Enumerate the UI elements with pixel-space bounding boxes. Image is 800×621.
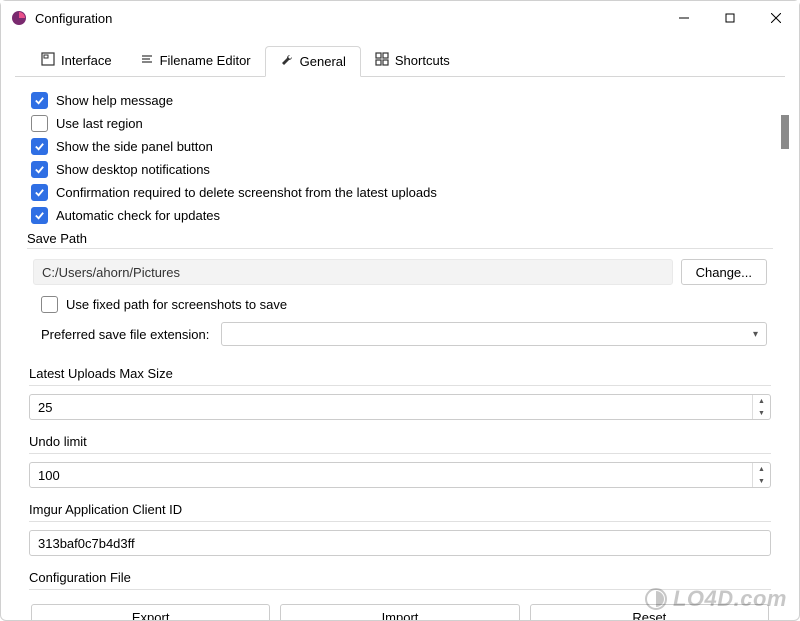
import-label: Import [382, 610, 419, 621]
spin-arrows[interactable]: ▲ ▼ [752, 463, 770, 487]
checkbox-1[interactable] [31, 115, 48, 132]
divider [29, 589, 771, 590]
checkbox-2[interactable] [31, 138, 48, 155]
filename-icon [140, 52, 154, 69]
imgur-client-id-value: 313baf0c7b4d3ff [38, 536, 135, 551]
spin-up-icon[interactable]: ▲ [753, 395, 770, 407]
spin-up-icon[interactable]: ▲ [753, 463, 770, 475]
latest-uploads-spin[interactable]: 25 ▲ ▼ [29, 394, 771, 420]
save-path-input[interactable]: C:/Users/ahorn/Pictures [33, 259, 673, 285]
save-path-value: C:/Users/ahorn/Pictures [42, 265, 180, 280]
spin-down-icon[interactable]: ▼ [753, 407, 770, 419]
tab-general[interactable]: General [265, 46, 361, 77]
tab-interface[interactable]: Interface [27, 45, 126, 76]
latest-uploads-label: Latest Uploads Max Size [29, 366, 771, 381]
window-title: Configuration [35, 11, 112, 26]
checkbox-label: Confirmation required to delete screensh… [56, 185, 437, 200]
save-path-header: Save Path [27, 231, 773, 246]
minimize-button[interactable] [661, 1, 707, 35]
checkbox-row: Use last region [27, 112, 773, 135]
checkbox-label: Automatic check for updates [56, 208, 220, 223]
interface-icon [41, 52, 55, 69]
undo-limit-label: Undo limit [29, 434, 771, 449]
tab-filename-editor[interactable]: Filename Editor [126, 45, 265, 76]
change-path-button[interactable]: Change... [681, 259, 767, 285]
scrollbar[interactable] [781, 97, 789, 277]
imgur-client-id-input[interactable]: 313baf0c7b4d3ff [29, 530, 771, 556]
checkbox-5[interactable] [31, 207, 48, 224]
divider [27, 248, 773, 249]
checkbox-3[interactable] [31, 161, 48, 178]
spin-down-icon[interactable]: ▼ [753, 475, 770, 487]
shortcuts-icon [375, 52, 389, 69]
checkbox-row: Show help message [27, 89, 773, 112]
divider [29, 385, 771, 386]
checkbox-row: Automatic check for updates [27, 204, 773, 227]
use-fixed-path-label: Use fixed path for screenshots to save [66, 297, 287, 312]
wrench-icon [280, 53, 294, 70]
close-button[interactable] [753, 1, 799, 35]
latest-uploads-value: 25 [30, 400, 752, 415]
checkbox-row: Show desktop notifications [27, 158, 773, 181]
chevron-down-icon: ▾ [753, 329, 758, 340]
checkbox-label: Show the side panel button [56, 139, 213, 154]
divider [29, 521, 771, 522]
imgur-client-id-label: Imgur Application Client ID [29, 502, 771, 517]
change-label: Change... [696, 265, 752, 280]
undo-limit-spin[interactable]: 100 ▲ ▼ [29, 462, 771, 488]
tab-label: Shortcuts [395, 53, 450, 68]
checkbox-label: Show help message [56, 93, 173, 108]
content-area: Show help message Use last region Show the… [1, 77, 799, 620]
use-fixed-path-checkbox[interactable] [41, 296, 58, 313]
reset-label: Reset [632, 610, 666, 621]
tab-label: General [300, 54, 346, 69]
tab-bar: Interface Filename Editor General Shortc… [1, 35, 799, 76]
checkbox-4[interactable] [31, 184, 48, 201]
titlebar: Configuration [1, 1, 799, 35]
maximize-button[interactable] [707, 1, 753, 35]
divider [29, 453, 771, 454]
spin-arrows[interactable]: ▲ ▼ [752, 395, 770, 419]
pref-ext-label: Preferred save file extension: [41, 327, 209, 342]
app-icon [11, 10, 27, 26]
checkbox-label: Use last region [56, 116, 143, 131]
checkbox-label: Show desktop notifications [56, 162, 210, 177]
tab-label: Filename Editor [160, 53, 251, 68]
tab-shortcuts[interactable]: Shortcuts [361, 45, 464, 76]
pref-ext-select[interactable]: ▾ [221, 322, 767, 346]
checkbox-row: Confirmation required to delete screensh… [27, 181, 773, 204]
configuration-file-header: Configuration File [29, 570, 771, 585]
scrollbar-thumb[interactable] [781, 115, 789, 149]
import-button[interactable]: Import [280, 604, 519, 620]
reset-button[interactable]: Reset [530, 604, 769, 620]
use-fixed-path-row: Use fixed path for screenshots to save [27, 293, 773, 316]
tab-label: Interface [61, 53, 112, 68]
checkbox-0[interactable] [31, 92, 48, 109]
checkbox-row: Show the side panel button [27, 135, 773, 158]
export-button[interactable]: Export [31, 604, 270, 620]
undo-limit-value: 100 [30, 468, 752, 483]
export-label: Export [132, 610, 170, 621]
